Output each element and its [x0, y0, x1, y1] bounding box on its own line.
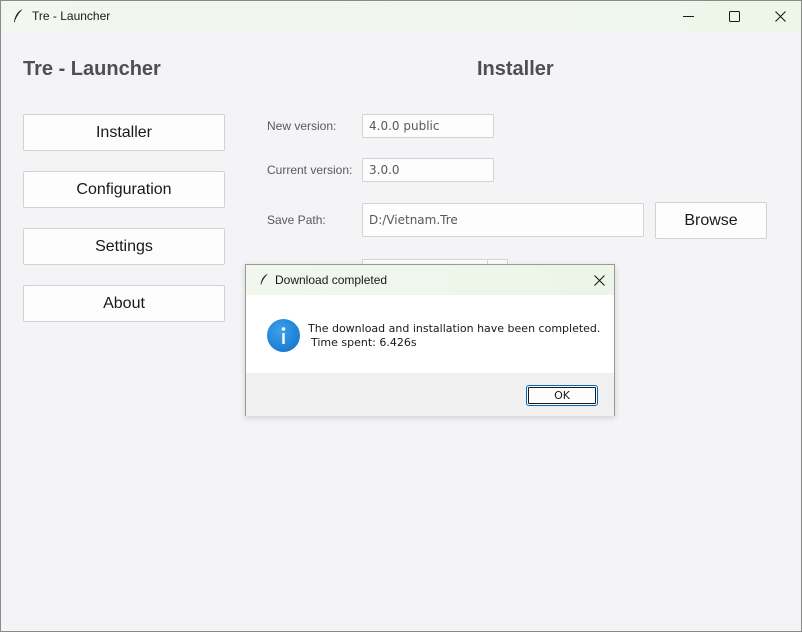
download-completed-dialog: Download completed The download and inst…: [245, 264, 615, 416]
nav-settings-button[interactable]: Settings: [23, 228, 225, 265]
nav-installer-button[interactable]: Installer: [23, 114, 225, 151]
maximize-icon: [728, 11, 740, 22]
launcher-window: Tre - Launcher Tre - Launcher Installer …: [0, 0, 802, 632]
close-icon: [774, 11, 786, 22]
dialog-time-spent: Time spent: 6.426s: [311, 336, 417, 349]
feather-icon: [14, 8, 24, 22]
nav-configuration-button[interactable]: Configuration: [23, 171, 225, 208]
app-heading: Tre - Launcher: [23, 58, 161, 80]
dialog-footer: OK: [246, 373, 614, 416]
title-bar[interactable]: Tre - Launcher: [1, 1, 801, 32]
current-version-field[interactable]: 3.0.0: [362, 158, 494, 182]
dialog-title: Download completed: [275, 273, 388, 287]
feather-icon: [260, 273, 269, 285]
page-title: Installer: [477, 58, 554, 80]
maximize-button[interactable]: [711, 1, 757, 32]
save-path-input[interactable]: D:/Vietnam.Tre: [362, 203, 644, 237]
save-path-label: Save Path:: [267, 213, 326, 227]
new-version-label: New version:: [267, 119, 337, 133]
window-title: Tre - Launcher: [32, 9, 111, 23]
minimize-icon: [682, 16, 694, 17]
current-version-label: Current version:: [267, 163, 353, 177]
dialog-message: The download and installation have been …: [308, 322, 601, 335]
minimize-button[interactable]: [665, 1, 711, 32]
close-icon: [593, 274, 605, 286]
info-icon: [267, 319, 300, 352]
nav-about-button[interactable]: About: [23, 285, 225, 322]
browse-button[interactable]: Browse: [655, 202, 767, 239]
new-version-field[interactable]: 4.0.0 public: [362, 114, 494, 138]
close-button[interactable]: [757, 1, 801, 32]
ok-button[interactable]: OK: [526, 385, 598, 406]
dialog-close-button[interactable]: [584, 265, 614, 295]
dialog-title-bar[interactable]: Download completed: [246, 265, 614, 295]
